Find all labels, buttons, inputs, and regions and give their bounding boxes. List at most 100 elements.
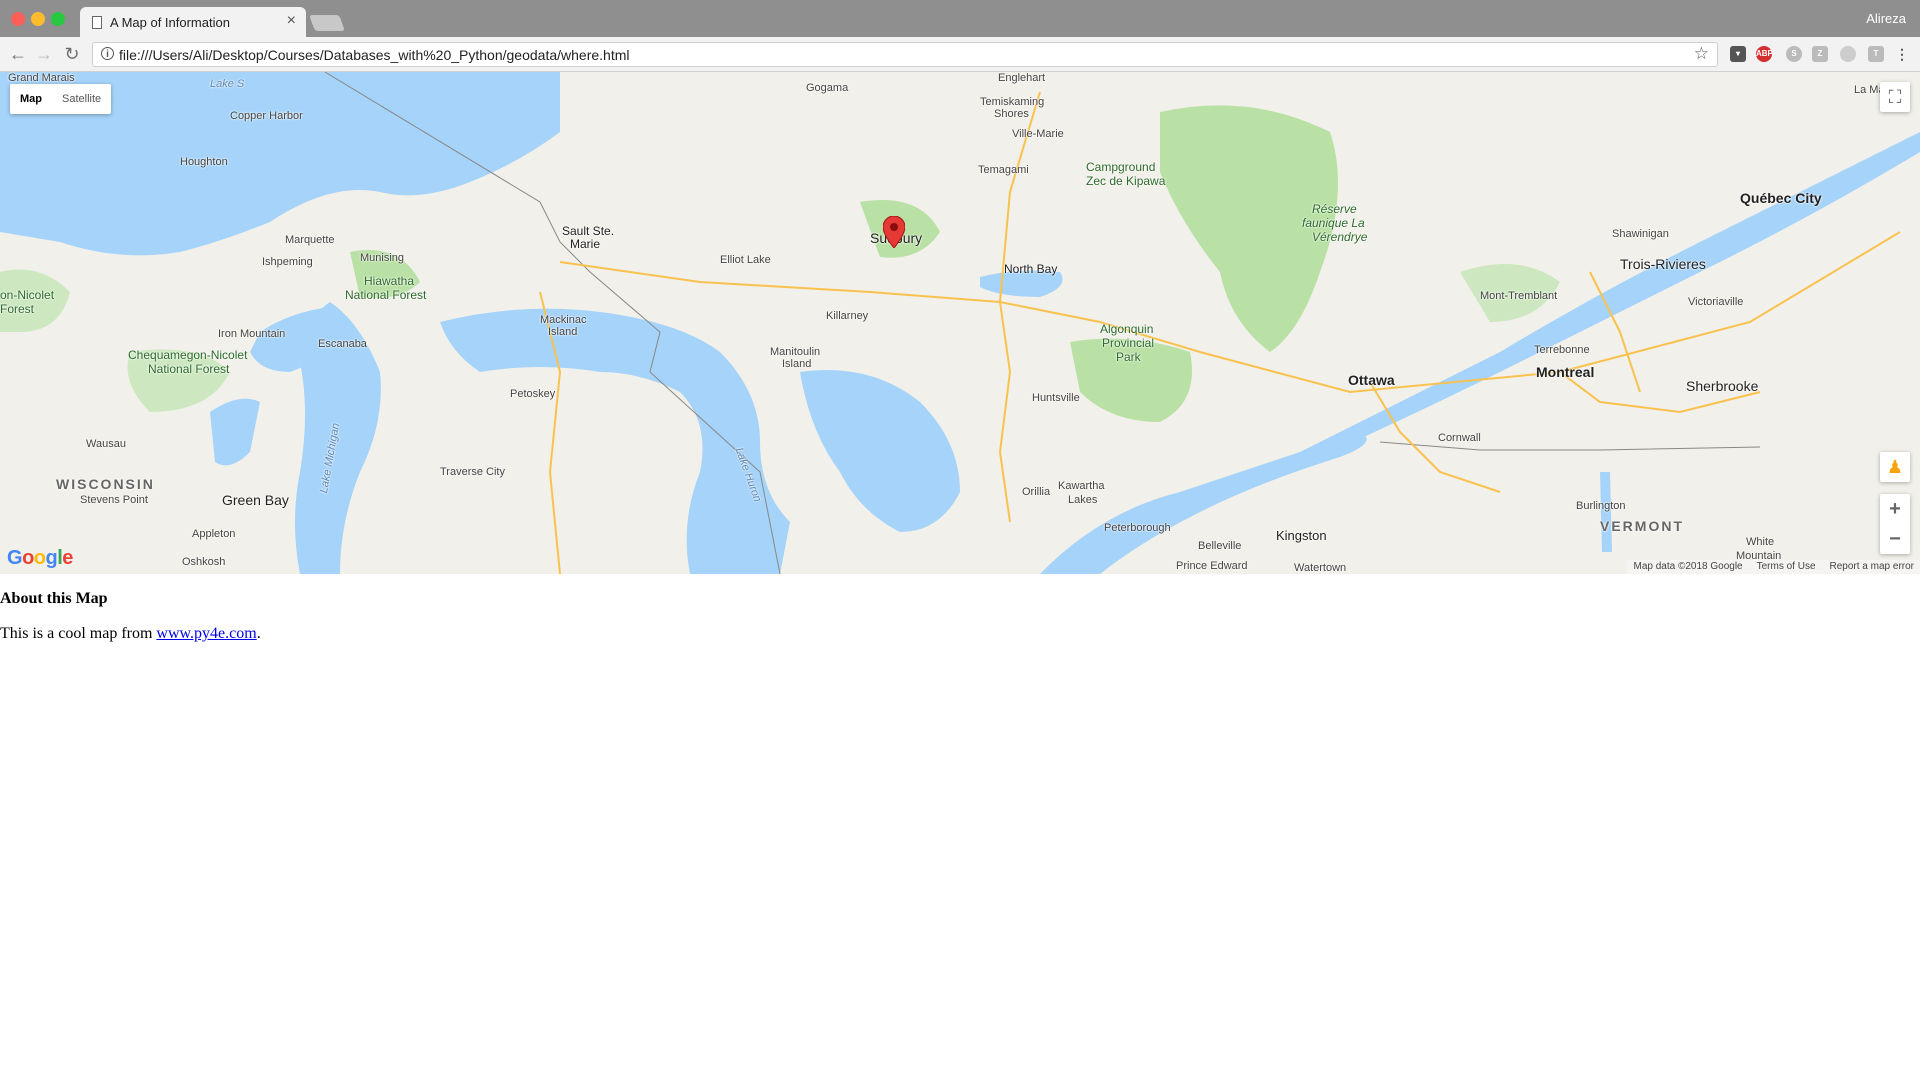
zoom-out-button[interactable]: − bbox=[1880, 524, 1910, 554]
map-label: National Forest bbox=[148, 362, 230, 376]
extension-circle-icon[interactable] bbox=[1840, 46, 1856, 62]
map-label: Huntsville bbox=[1032, 392, 1080, 404]
browser-toolbar: ← → ↻ i file:///Users/Ali/Desktop/Course… bbox=[0, 37, 1920, 72]
map-label: Temiskaming bbox=[980, 96, 1045, 108]
address-bar[interactable]: i file:///Users/Ali/Desktop/Courses/Data… bbox=[92, 42, 1718, 67]
map-label: Chequamegon-Nicolet bbox=[128, 348, 248, 362]
window-maximize-button[interactable] bbox=[51, 12, 65, 26]
map-label: Mackinac bbox=[540, 314, 587, 326]
map-label: Peterborough bbox=[1104, 522, 1171, 534]
map-label: Killarney bbox=[826, 310, 869, 322]
map-label: WISCONSIN bbox=[56, 476, 155, 492]
window-close-button[interactable] bbox=[11, 12, 25, 26]
map-label: Watertown bbox=[1294, 562, 1347, 574]
map-label: faunique La bbox=[1302, 216, 1365, 230]
map-label: Shawinigan bbox=[1612, 228, 1669, 240]
map-type-control: Map Satellite bbox=[10, 84, 112, 114]
reload-icon[interactable]: ↻ bbox=[60, 42, 84, 66]
map-label: Zec de Kipawa bbox=[1086, 174, 1166, 188]
map-label: Houghton bbox=[180, 156, 228, 168]
browser-tab[interactable]: A Map of Information × bbox=[80, 7, 306, 37]
map-label: Trois-Rivieres bbox=[1620, 256, 1706, 272]
map-label: Marquette bbox=[285, 234, 335, 246]
map-label: Burlington bbox=[1576, 500, 1626, 512]
map-label: Wausau bbox=[86, 438, 126, 450]
map-label: Shores bbox=[994, 108, 1029, 120]
map-label: Iron Mountain bbox=[218, 328, 286, 340]
map-marker-icon[interactable] bbox=[883, 216, 905, 248]
map-label: Forest bbox=[0, 302, 35, 316]
fullscreen-icon[interactable]: ⛶ bbox=[1880, 82, 1910, 112]
google-logo: Google bbox=[7, 547, 73, 569]
skype-icon[interactable]: S bbox=[1786, 46, 1802, 62]
adblock-icon[interactable]: ABP bbox=[1756, 46, 1773, 62]
about-text: This is a cool map from www.py4e.com. bbox=[0, 625, 1920, 643]
map-label: Cornwall bbox=[1438, 432, 1481, 444]
pegman-icon[interactable]: ♟ bbox=[1880, 452, 1910, 482]
map-label: North Bay bbox=[1004, 262, 1058, 276]
window-minimize-button[interactable] bbox=[31, 12, 45, 26]
map-label: VERMONT bbox=[1600, 518, 1684, 534]
map-label: Montreal bbox=[1536, 364, 1595, 380]
page-content: About this Map This is a cool map from w… bbox=[0, 574, 1920, 643]
map-label: Marie bbox=[570, 237, 601, 251]
map-label: Lakes bbox=[1068, 494, 1098, 506]
google-map[interactable]: Grand Marais Lake S Copper Harbor Hought… bbox=[0, 72, 1920, 574]
map-label: Lake S bbox=[210, 78, 245, 90]
map-label: Englehart bbox=[998, 72, 1046, 84]
map-label: Island bbox=[782, 358, 812, 370]
map-label: Ville-Marie bbox=[1012, 128, 1064, 140]
map-label: Campground bbox=[1086, 160, 1156, 174]
map-label: Kawartha bbox=[1058, 480, 1105, 492]
map-label: on-Nicolet bbox=[0, 288, 55, 302]
map-data-attribution: Map data ©2018 Google bbox=[1633, 561, 1743, 572]
map-label: Réserve bbox=[1312, 202, 1357, 216]
map-label: Victoriaville bbox=[1688, 296, 1744, 308]
profile-name[interactable]: Alireza bbox=[1866, 11, 1906, 26]
map-label: Escanaba bbox=[318, 338, 367, 350]
tab-title: A Map of Information bbox=[110, 15, 230, 30]
map-label: White bbox=[1746, 536, 1775, 548]
about-text-before: This is a cool map from bbox=[0, 625, 157, 642]
extension-t-icon[interactable]: T bbox=[1868, 46, 1884, 62]
about-text-after: . bbox=[256, 625, 261, 642]
info-icon[interactable]: i bbox=[101, 47, 114, 60]
map-label: Park bbox=[1116, 350, 1141, 364]
url-text[interactable]: file:///Users/Ali/Desktop/Courses/Databa… bbox=[119, 47, 629, 63]
terms-of-use-link[interactable]: Terms of Use bbox=[1757, 560, 1816, 574]
map-type-satellite-button[interactable]: Satellite bbox=[52, 84, 111, 114]
zoom-in-button[interactable]: + bbox=[1880, 494, 1910, 524]
menu-kebab-icon[interactable]: ⋮ bbox=[1894, 46, 1910, 62]
map-label: Algonquin bbox=[1100, 322, 1154, 336]
map-label: Prince Edward bbox=[1176, 560, 1248, 572]
map-label: Mont-Tremblant bbox=[1480, 290, 1558, 302]
zoom-control: + − bbox=[1880, 494, 1910, 554]
map-label: Traverse City bbox=[440, 466, 505, 478]
bookmark-star-icon[interactable]: ☆ bbox=[1694, 44, 1709, 64]
map-label: Vérendrye bbox=[1312, 230, 1368, 244]
py4e-link[interactable]: www.py4e.com bbox=[156, 625, 256, 642]
report-map-error-link[interactable]: Report a map error bbox=[1830, 560, 1914, 574]
map-label: Oshkosh bbox=[182, 556, 226, 568]
map-label: Terrebonne bbox=[1534, 344, 1590, 356]
pocket-icon[interactable]: ▾ bbox=[1730, 46, 1746, 62]
map-label: Belleville bbox=[1198, 540, 1242, 552]
forward-arrow-icon[interactable]: → bbox=[32, 42, 56, 66]
map-type-map-button[interactable]: Map bbox=[10, 84, 52, 114]
map-label: Gogama bbox=[806, 82, 849, 94]
map-label: Appleton bbox=[192, 528, 236, 540]
gitzip-icon[interactable]: Z bbox=[1812, 46, 1828, 62]
map-label: Kingston bbox=[1276, 528, 1327, 543]
title-bar: A Map of Information × Alireza bbox=[0, 0, 1920, 37]
map-label: Provincial bbox=[1102, 336, 1155, 350]
map-label: Temagami bbox=[978, 164, 1029, 176]
new-tab-button[interactable] bbox=[309, 15, 345, 31]
map-label: Munising bbox=[360, 252, 405, 264]
map-label: National Forest bbox=[345, 288, 427, 302]
map-label: Ottawa bbox=[1348, 372, 1395, 388]
back-arrow-icon[interactable]: ← bbox=[6, 42, 30, 66]
close-icon[interactable]: × bbox=[287, 12, 296, 30]
map-label: Sherbrooke bbox=[1686, 378, 1759, 394]
map-label: Copper Harbor bbox=[230, 110, 303, 122]
map-attribution: Map data ©2018 Google Terms of Use Repor… bbox=[1627, 560, 1920, 574]
